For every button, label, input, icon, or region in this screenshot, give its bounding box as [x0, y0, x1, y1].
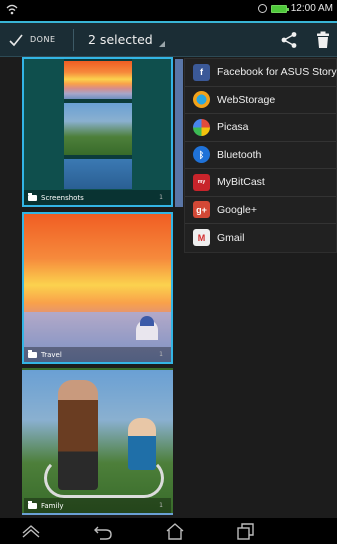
share-item-google-plus[interactable]: g+ Google+ — [185, 197, 336, 224]
share-icon[interactable] — [280, 31, 298, 49]
folder-icon — [28, 349, 37, 358]
system-navigation-bar — [0, 518, 337, 544]
google-plus-icon: g+ — [193, 201, 210, 219]
recent-apps-icon[interactable] — [234, 521, 256, 541]
partial-album-thumbnail[interactable] — [175, 59, 183, 207]
share-item-label: Picasa — [217, 121, 249, 134]
share-item-label: Bluetooth — [217, 148, 262, 161]
album-travel[interactable]: Travel 1 — [22, 212, 173, 364]
status-time: 12:00 AM — [290, 3, 333, 14]
wifi-icon — [6, 4, 18, 15]
trash-icon[interactable] — [316, 31, 330, 49]
bicycle — [44, 458, 164, 498]
check-icon — [9, 34, 23, 46]
album-family[interactable]: Family 1 — [22, 368, 173, 515]
share-menu: f Facebook for ASUS Story WebStorage Pic… — [184, 58, 337, 253]
album-caption: Family — [24, 498, 171, 513]
back-icon[interactable] — [92, 521, 114, 541]
battery-icon — [270, 4, 289, 13]
gmail-icon: M — [193, 229, 210, 247]
album-count: 1 — [159, 351, 163, 358]
home-icon[interactable] — [164, 521, 186, 541]
album-thumbnail — [64, 59, 132, 189]
status-bar: 12:00 AM — [0, 0, 337, 21]
album-name: Family — [41, 501, 64, 510]
share-item-label: Facebook for ASUS Story — [217, 66, 337, 79]
album-count: 1 — [159, 502, 163, 509]
action-bar-divider — [73, 29, 74, 51]
share-item-label: MyBitCast — [217, 176, 265, 189]
selection-count-dropdown[interactable]: 2 selected — [88, 23, 165, 56]
collapse-icon[interactable] — [20, 521, 42, 541]
share-item-facebook-asus-story[interactable]: f Facebook for ASUS Story — [185, 59, 337, 87]
share-item-bluetooth[interactable]: ᛒ Bluetooth — [185, 142, 336, 169]
share-item-mybitcast[interactable]: my MyBitCast — [185, 169, 336, 197]
webstorage-icon — [193, 91, 210, 109]
album-name: Travel — [41, 350, 62, 359]
share-item-label: WebStorage — [217, 93, 276, 106]
album-name: Screenshots — [41, 193, 84, 202]
album-caption: Travel — [24, 347, 171, 362]
share-item-label: Gmail — [217, 231, 245, 244]
selection-count-label: 2 selected — [88, 32, 153, 47]
share-item-picasa[interactable]: Picasa — [185, 114, 336, 142]
done-label: DONE — [30, 35, 56, 44]
picasa-icon — [193, 118, 210, 136]
folder-icon — [28, 192, 37, 201]
dropdown-caret-icon — [158, 41, 165, 47]
share-item-label: Google+ — [217, 203, 257, 216]
blue-dome — [140, 316, 154, 326]
album-count: 1 — [159, 194, 163, 201]
album-caption: Screenshots — [24, 190, 171, 205]
folder-icon — [28, 500, 37, 509]
alarm-icon — [257, 4, 267, 13]
mybitcast-icon: my — [193, 173, 210, 191]
selection-action-bar: DONE 2 selected — [0, 21, 337, 57]
done-button[interactable]: DONE — [8, 23, 56, 56]
album-screenshots[interactable]: Screenshots 1 — [22, 57, 173, 207]
facebook-asus-story-icon: f — [193, 63, 210, 81]
share-item-gmail[interactable]: M Gmail — [185, 224, 336, 252]
bluetooth-icon: ᛒ — [193, 146, 210, 164]
share-item-webstorage[interactable]: WebStorage — [185, 87, 336, 114]
